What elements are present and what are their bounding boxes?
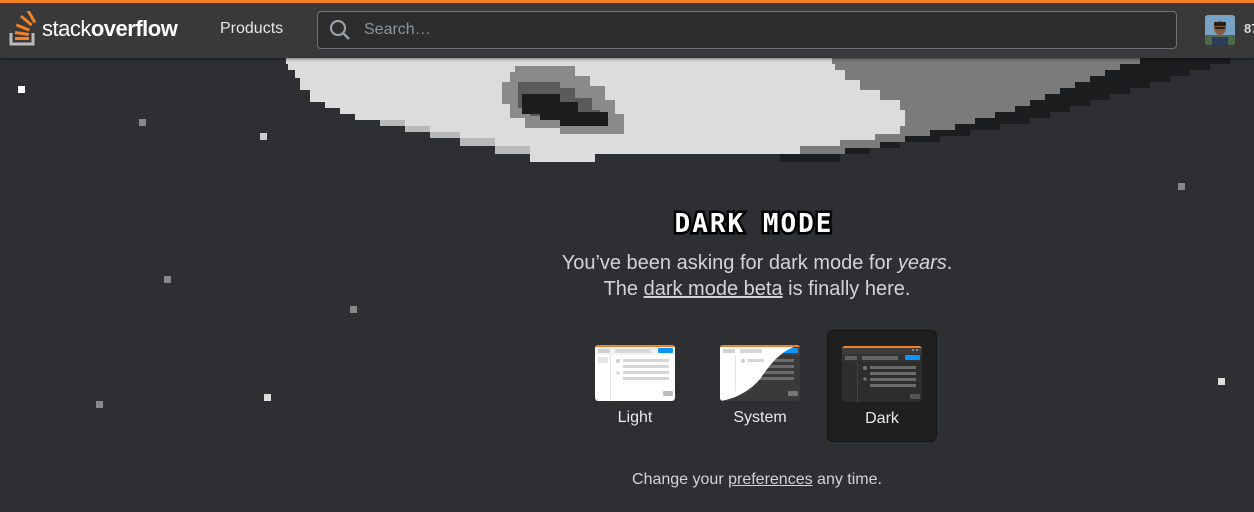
theme-option-label: System [733, 409, 787, 426]
star-decoration [264, 394, 271, 401]
heading-pixel-text: DARK MODE [672, 207, 834, 242]
stackoverflow-logo[interactable]: stackoverflow [8, 9, 178, 49]
theme-option-system[interactable]: System [705, 330, 815, 442]
dark-mode-beta-link[interactable]: dark mode beta [644, 278, 783, 300]
tagline-line-2: The dark mode beta is finally here. [603, 278, 911, 300]
star-decoration [164, 276, 171, 283]
products-menu[interactable]: Products [208, 12, 295, 46]
theme-option-label: Dark [865, 410, 899, 427]
theme-option-label: Light [617, 409, 653, 426]
svg-text:DARK MODE: DARK MODE [675, 209, 834, 239]
preferences-link[interactable]: preferences [728, 471, 813, 488]
tagline-line-1: You’ve been asking for dark mode for yea… [561, 252, 953, 274]
user-avatar[interactable] [1205, 15, 1235, 45]
dark-mode-heading: DARK MODE [640, 205, 868, 246]
theme-option-dark[interactable]: Dark [827, 330, 937, 442]
star-decoration [139, 119, 146, 126]
search-input[interactable] [362, 20, 1166, 40]
system-theme-preview-icon [720, 345, 800, 401]
light-theme-preview-icon [595, 345, 675, 401]
star-decoration [18, 86, 25, 93]
star-decoration [1218, 378, 1225, 385]
top-bar: stackoverflow Products 87 [0, 0, 1254, 58]
pixel-moon-illustration [286, 58, 1230, 162]
dark-theme-preview-icon [842, 346, 922, 402]
logo-text: stackoverflow [42, 16, 178, 41]
tagline: You’ve been asking for dark mode for yea… [507, 250, 1007, 302]
search-icon [329, 19, 350, 40]
theme-options: Light System Dark [580, 330, 940, 442]
star-decoration [260, 133, 267, 140]
reputation-count[interactable]: 87 [1244, 21, 1254, 36]
star-decoration [1178, 183, 1185, 190]
star-decoration [350, 306, 357, 313]
preferences-note: Change your preferences any time. [632, 471, 882, 488]
theme-option-light[interactable]: Light [580, 330, 690, 442]
star-decoration [96, 401, 103, 408]
avatar-image [1205, 15, 1235, 45]
search-bar[interactable] [317, 11, 1177, 49]
stack-logo-icon [9, 11, 37, 46]
